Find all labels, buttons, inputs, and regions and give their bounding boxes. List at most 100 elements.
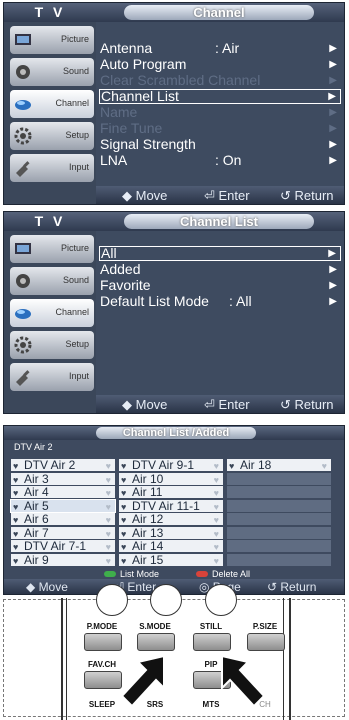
p-size-label: P.SIZE: [252, 622, 278, 631]
menu-item-auto-program[interactable]: Auto Program ▶: [99, 57, 341, 72]
channel-item[interactable]: ♥ Air 5 ♥: [10, 498, 116, 513]
list-mode-label: List Mode: [120, 569, 160, 579]
menu-item-added[interactable]: Added ▶: [99, 262, 341, 277]
menu-item-all[interactable]: All ▶: [99, 246, 341, 261]
menu-item-favorite[interactable]: Favorite ▶: [99, 278, 341, 293]
added-check-icon: ♥: [121, 488, 127, 498]
arrow-right-icon: ▶: [328, 91, 336, 102]
favorite-heart-icon: ♥: [105, 515, 111, 525]
added-check-icon: ♥: [121, 515, 127, 525]
menu-item-fine-tune: Fine Tune ▶: [100, 120, 337, 136]
menu-title: Channel List: [124, 214, 314, 229]
list-title: Channel List /Added: [96, 427, 256, 439]
sidebar-item-picture[interactable]: Picture: [10, 26, 94, 54]
remote-control-illustration: P.MODE S.MODE STILL P.SIZE FAV.CH PIP SL…: [3, 584, 345, 720]
channel-item[interactable]: ♥ Air 7 ♥: [11, 525, 115, 540]
channel-item[interactable]: ♥ Air 6 ♥: [11, 513, 115, 525]
sidebar-item-input[interactable]: Input: [10, 363, 94, 391]
favorite-heart-icon: ♥: [105, 555, 111, 566]
favorite-heart-icon: ♥: [213, 501, 219, 512]
sidebar-item-channel[interactable]: Channel: [10, 90, 94, 118]
added-check-icon: ♥: [13, 515, 19, 525]
current-channel: DTV Air 2: [14, 442, 53, 452]
menu-item-lna[interactable]: LNA: On ▶: [99, 153, 341, 168]
sidebar-item-label: Input: [68, 371, 89, 381]
channel-item[interactable]: ♥ Air 3 ♥: [11, 471, 115, 486]
menu-footer: ◆ Move ⏎ Enter ↺ Return: [96, 186, 344, 204]
favorite-heart-icon: ♥: [213, 528, 219, 539]
menu-options: All ▶ Added ▶ Favorite ▶ Default List Mode:…: [96, 231, 344, 395]
channel-name: Air 18: [240, 458, 272, 472]
menu-item-default-list-mode[interactable]: Default List Mode: All ▶: [99, 294, 341, 309]
remote-round-button: [205, 584, 237, 616]
sidebar-item-label: Sound: [62, 66, 89, 76]
channel-empty-slot: [227, 553, 331, 566]
favorite-heart-icon: ♥: [321, 461, 327, 471]
sidebar: Picture Sound Channel Setup Input: [4, 22, 96, 186]
p-mode-label: P.MODE: [86, 622, 118, 631]
menu-footer: ◆ Move ⏎ Enter ↺ Return: [96, 395, 344, 413]
favorite-heart-icon: ♥: [213, 461, 219, 471]
channel-name: Air 7: [24, 525, 49, 540]
sidebar-item-sound[interactable]: Sound: [10, 58, 94, 86]
added-check-icon: ♥: [121, 501, 127, 512]
channel-name: Air 4: [24, 485, 49, 499]
channel-empty-slot: [227, 513, 331, 525]
channel-name: Air 12: [132, 512, 164, 526]
arrow-right-icon: ▶: [329, 123, 337, 134]
s-mode-label: S.MODE: [139, 622, 171, 631]
arrow-right-icon: ▶: [329, 264, 337, 275]
channel-name: Air 11: [132, 485, 163, 499]
channel-name: DTV Air 7-1: [24, 539, 87, 553]
channel-item[interactable]: ♥ Air 18 ♥: [227, 459, 331, 471]
input-plug-icon: [16, 161, 30, 177]
channel-name: Air 3: [24, 471, 49, 486]
channel-column: ♥ DTV Air 2 ♥ ♥ Air 3 ♥ ♥ Air 4 ♥ ♥ Air 5 ♥ ♥ Air 6 ♥ ♥…: [10, 459, 116, 567]
gear-icon: [14, 336, 32, 354]
channel-item[interactable]: ♥ Air 15 ♥: [119, 553, 223, 566]
sidebar-item-label: Channel: [55, 307, 89, 317]
channel-item[interactable]: ♥ Air 10 ♥: [119, 472, 223, 485]
speaker-icon: [16, 65, 30, 79]
menu-item-signal-strength[interactable]: Signal Strength ▶: [99, 137, 341, 152]
sidebar-item-setup[interactable]: Setup: [10, 122, 94, 150]
sidebar-item-setup[interactable]: Setup: [10, 331, 94, 359]
added-check-icon: ♥: [13, 501, 19, 512]
channel-item[interactable]: ♥ DTV Air 7-1 ♥: [11, 540, 115, 552]
channel-item[interactable]: ♥ Air 4 ♥: [11, 486, 115, 498]
channel-item[interactable]: ♥ Air 13 ♥: [119, 526, 223, 539]
channel-item[interactable]: ♥ Air 9 ♥: [11, 552, 115, 567]
channel-item[interactable]: ♥ Air 14 ♥: [119, 540, 223, 552]
channel-name: Air 14: [132, 539, 164, 553]
p-mode-button[interactable]: [84, 633, 122, 651]
channel-icon: [15, 100, 31, 110]
s-mode-button[interactable]: [137, 633, 175, 651]
sidebar-item-input[interactable]: Input: [10, 154, 94, 182]
channel-name: Air 9: [24, 552, 49, 567]
menu-title: Channel: [124, 5, 314, 20]
p-size-button[interactable]: [247, 633, 285, 651]
still-button[interactable]: [193, 633, 231, 651]
channel-item[interactable]: ♥ DTV Air 9-1 ♥: [119, 459, 223, 471]
arrow-right-icon: ▶: [329, 43, 337, 54]
added-check-icon: ♥: [13, 488, 19, 498]
pointer-arrow-icon: [120, 654, 165, 708]
menu-item-clear-scrambled-channel: Clear Scrambled Channel ▶: [100, 72, 337, 88]
channel-item[interactable]: ♥ DTV Air 2 ♥: [11, 459, 115, 471]
channel-item[interactable]: ♥ Air 12 ♥: [119, 513, 223, 525]
sidebar-item-channel[interactable]: Channel: [10, 299, 94, 327]
sidebar-item-picture[interactable]: Picture: [10, 235, 94, 263]
channel-item[interactable]: ♥ Air 11 ♥: [119, 486, 223, 498]
favorite-heart-icon: ♥: [105, 488, 111, 498]
menu-item-antenna[interactable]: Antenna: Air ▶: [99, 41, 341, 56]
favorite-heart-icon: ♥: [213, 515, 219, 525]
favorite-heart-icon: ♥: [105, 542, 111, 552]
sidebar-item-label: Picture: [60, 243, 89, 253]
sidebar-item-label: Sound: [62, 275, 89, 285]
sidebar-item-sound[interactable]: Sound: [10, 267, 94, 295]
channel-item[interactable]: ♥ DTV Air 11-1 ♥: [119, 499, 223, 512]
added-check-icon: ♥: [13, 474, 19, 485]
menu-item-channel-list[interactable]: Channel List ▶: [99, 89, 341, 104]
channel-name: Air 5: [24, 498, 49, 513]
menu-options: Antenna: Air ▶ Auto Program ▶ Clear Scramb…: [96, 22, 344, 186]
